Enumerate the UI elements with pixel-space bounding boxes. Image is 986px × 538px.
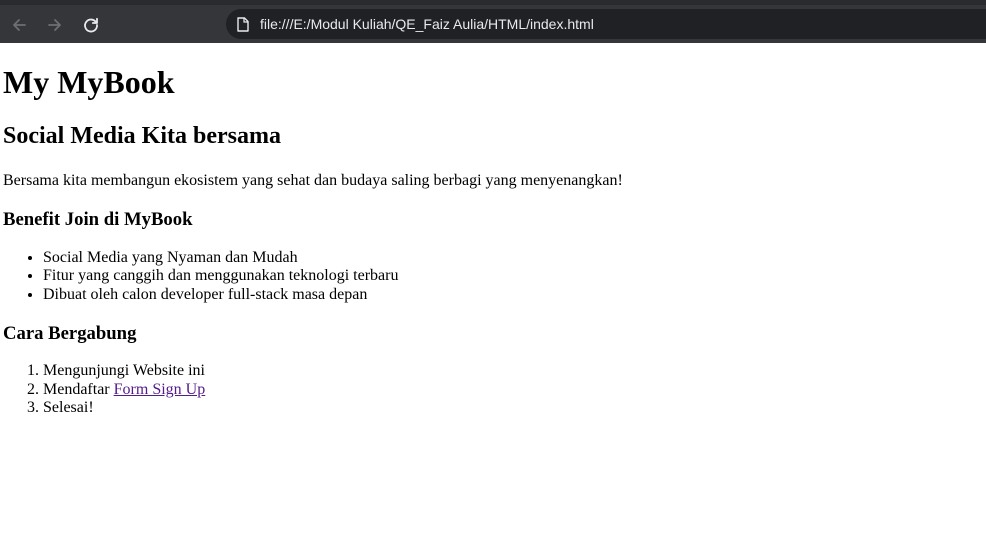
- benefit-item: Fitur yang canggih dan menggunakan tekno…: [43, 267, 983, 285]
- join-steps-list: Mengunjungi Website ini Mendaftar Form S…: [3, 362, 983, 417]
- address-bar[interactable]: file:///E:/Modul Kuliah/QE_Faiz Aulia/HT…: [226, 9, 986, 39]
- forward-button[interactable]: [43, 13, 67, 37]
- join-step: Mendaftar Form Sign Up: [43, 381, 983, 399]
- reload-icon: [84, 17, 98, 33]
- back-arrow-icon: [13, 19, 26, 31]
- url-text[interactable]: file:///E:/Modul Kuliah/QE_Faiz Aulia/HT…: [260, 16, 594, 32]
- sign-up-link[interactable]: Form Sign Up: [114, 381, 206, 398]
- benefits-heading: Benefit Join di MyBook: [3, 209, 193, 230]
- benefits-list: Social Media yang Nyaman dan Mudah Fitur…: [3, 249, 983, 304]
- page-content: My MyBook Social Media Kita bersama Bers…: [0, 43, 986, 538]
- benefit-item: Dibuat oleh calon developer full-stack m…: [43, 286, 983, 304]
- benefit-item: Social Media yang Nyaman dan Mudah: [43, 249, 983, 267]
- join-step: Selesai!: [43, 399, 983, 417]
- join-heading: Cara Bergabung: [3, 323, 137, 345]
- page-title: My MyBook: [3, 64, 175, 100]
- browser-toolbar: file:///E:/Modul Kuliah/QE_Faiz Aulia/HT…: [0, 0, 986, 43]
- back-button[interactable]: [7, 13, 31, 37]
- forward-arrow-icon: [48, 19, 61, 31]
- page-subtitle: Social Media Kita bersama: [3, 123, 281, 149]
- page-description: Bersama kita membangun ekosistem yang se…: [3, 172, 623, 189]
- file-icon: [235, 16, 251, 32]
- join-step-text: Mendaftar: [43, 380, 114, 398]
- reload-button[interactable]: [79, 13, 103, 37]
- join-step: Mengunjungi Website ini: [43, 362, 983, 380]
